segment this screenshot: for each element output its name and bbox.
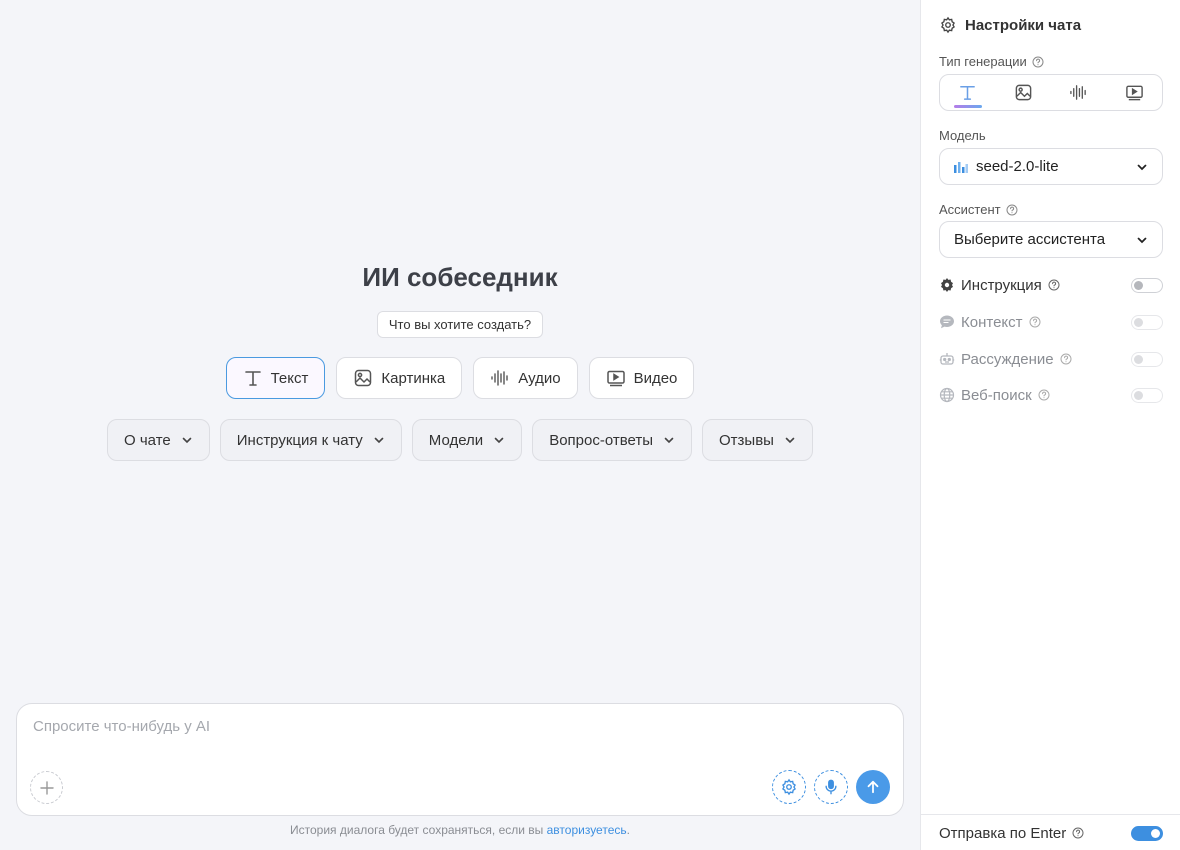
microphone-icon (825, 779, 837, 795)
gear-icon (782, 778, 796, 796)
generation-type-buttons: Текст Картинка Аудио Видео (0, 357, 920, 399)
dropdown-models[interactable]: Модели (411, 419, 523, 461)
toggle-row-reasoning: Рассуждение (939, 349, 1163, 369)
tab-video[interactable] (1107, 75, 1163, 110)
gear-icon (941, 278, 953, 292)
model-label: Модель (939, 128, 986, 143)
chat-settings-sidebar: Настройки чата Тип генерации Модель seed… (920, 0, 1180, 850)
text-icon (244, 371, 261, 386)
context-toggle[interactable] (1131, 314, 1163, 330)
gear-icon (941, 16, 955, 34)
gen-video-button[interactable]: Видео (588, 357, 695, 399)
gen-type-label: Тип генерации (939, 54, 1044, 69)
toggle-row-send-on-enter: Отправка по Enter (939, 823, 1163, 843)
chat-bubble-icon (940, 315, 954, 329)
help-icon[interactable] (1032, 56, 1044, 68)
gen-audio-button[interactable]: Аудио (473, 357, 578, 399)
dropdown-about-chat[interactable]: О чате (107, 419, 210, 461)
help-icon[interactable] (1029, 316, 1041, 328)
video-icon (1125, 85, 1143, 101)
assistant-label: Ассистент (939, 202, 1018, 217)
image-icon (1015, 84, 1032, 101)
video-icon (606, 370, 625, 387)
web-search-toggle[interactable] (1131, 387, 1163, 403)
chat-main: ИИ собеседник Что вы хотите создать? Тек… (0, 0, 920, 850)
help-icon[interactable] (1060, 353, 1072, 365)
robot-icon (939, 353, 955, 365)
login-link[interactable]: авторизуетесь (547, 823, 627, 837)
image-icon (355, 369, 372, 387)
tab-audio[interactable] (1051, 75, 1107, 110)
help-icon[interactable] (1048, 279, 1060, 291)
text-icon (960, 86, 976, 100)
help-icon[interactable] (1038, 389, 1050, 401)
toggle-row-context: Контекст (939, 312, 1163, 332)
gen-image-button[interactable]: Картинка (336, 357, 463, 399)
audio-wave-icon (1070, 85, 1087, 100)
tab-image[interactable] (996, 75, 1052, 110)
chevron-down-icon (664, 437, 674, 444)
chevron-down-icon (374, 437, 384, 444)
arrow-up-icon (867, 780, 879, 794)
gen-text-button[interactable]: Текст (225, 357, 326, 399)
chevron-down-icon (1137, 164, 1147, 170)
dropdown-reviews[interactable]: Отзывы (702, 419, 813, 461)
chevron-down-icon (494, 437, 504, 444)
gen-type-tabs (939, 74, 1163, 111)
subtitle-badge: Что вы хотите создать? (376, 311, 544, 338)
info-dropdowns: О чате Инструкция к чату Модели Вопрос-о… (0, 419, 920, 461)
voice-input-button[interactable] (814, 770, 848, 804)
plus-icon (39, 780, 54, 795)
model-bars-icon (954, 161, 968, 173)
help-icon[interactable] (1072, 827, 1084, 839)
settings-title: Настройки чата (939, 16, 1081, 34)
message-composer (16, 703, 904, 816)
composer-settings-button[interactable] (772, 770, 806, 804)
message-input[interactable] (33, 718, 883, 735)
assistant-select[interactable]: Выберите ассистента (939, 221, 1163, 258)
send-on-enter-toggle[interactable] (1131, 825, 1163, 841)
send-button[interactable] (856, 770, 890, 804)
history-footnote: История диалога будет сохраняться, если … (290, 823, 630, 837)
reasoning-toggle[interactable] (1131, 351, 1163, 367)
globe-icon (939, 387, 955, 403)
chevron-down-icon (1137, 237, 1147, 243)
audio-wave-icon (491, 370, 508, 386)
dropdown-chat-instruction[interactable]: Инструкция к чату (219, 419, 402, 461)
toggle-row-web-search: Веб-поиск (939, 385, 1163, 405)
model-select[interactable]: seed-2.0-lite (939, 148, 1163, 185)
toggle-row-instruction: Инструкция (939, 275, 1163, 295)
attach-button[interactable] (30, 771, 63, 804)
chevron-down-icon (182, 437, 192, 444)
tab-text[interactable] (940, 75, 996, 110)
page-title: ИИ собеседник (362, 262, 558, 292)
dropdown-faq[interactable]: Вопрос-ответы (532, 419, 693, 461)
help-icon[interactable] (1006, 204, 1018, 216)
chevron-down-icon (785, 437, 795, 444)
sidebar-footer: Отправка по Enter (921, 814, 1180, 850)
instruction-toggle[interactable] (1131, 277, 1163, 293)
